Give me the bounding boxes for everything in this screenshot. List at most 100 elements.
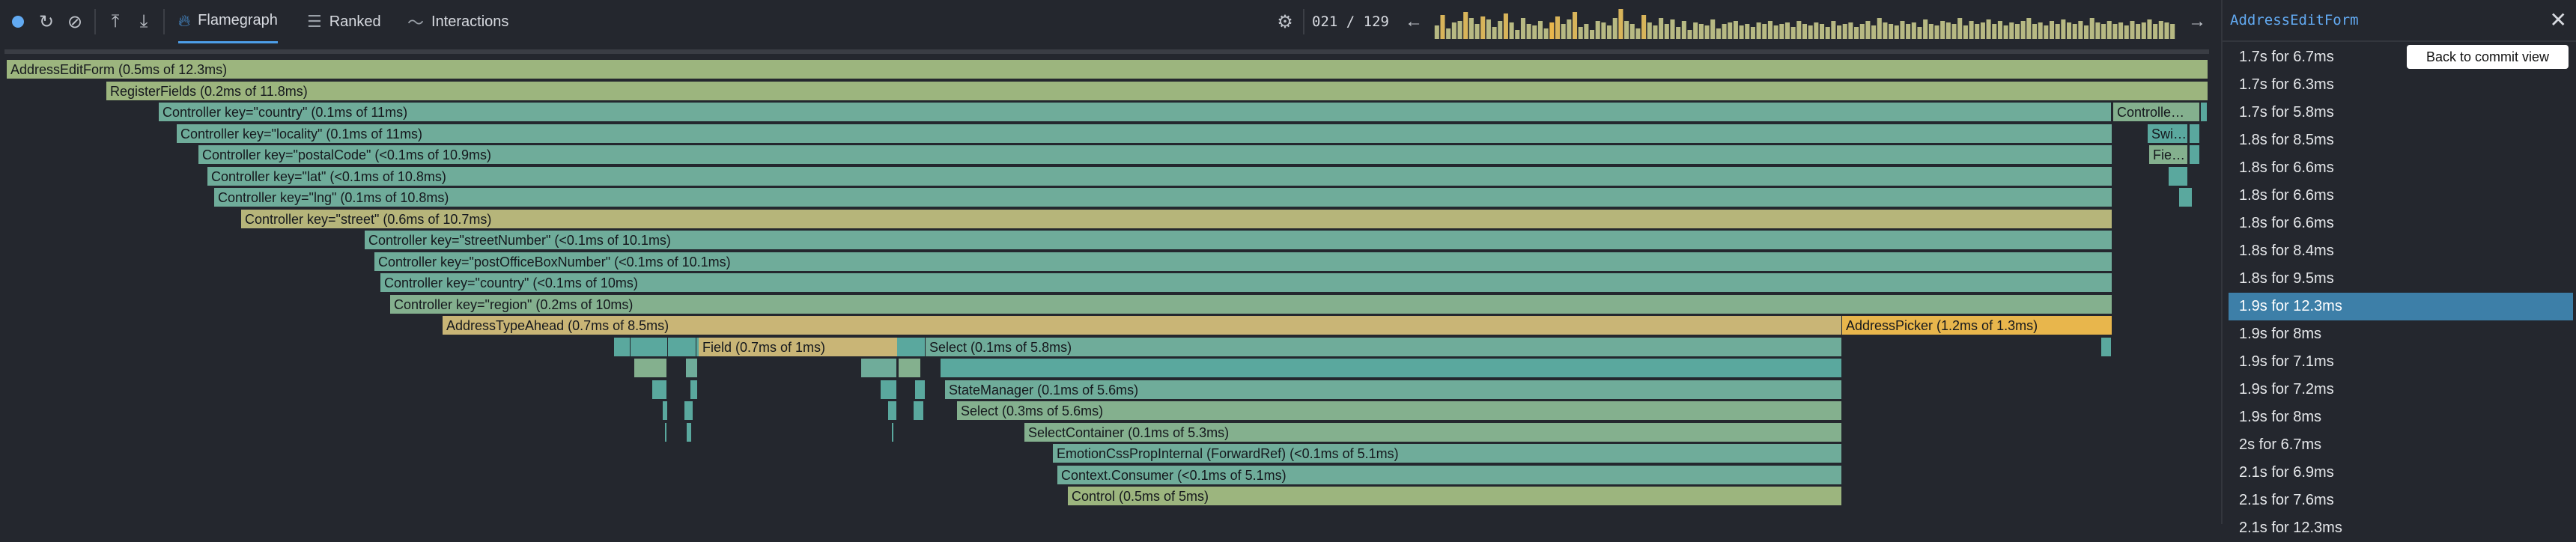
flame-bar[interactable]: SelectContainer (0.1ms of 5.3ms) [1024, 422, 1842, 442]
commit-list-item[interactable]: 1.7s for 5.8ms [2229, 99, 2573, 127]
flame-bar[interactable]: Controller key="region" (0.2ms of 10ms) [390, 294, 2112, 314]
flame-bar[interactable] [914, 401, 924, 421]
tab-interactions[interactable]: 〜 Interactions [407, 0, 508, 43]
commit-bar[interactable] [1509, 22, 1514, 39]
commit-bar[interactable] [1572, 12, 1578, 39]
commit-bar[interactable] [1635, 28, 1641, 39]
commit-bar[interactable] [2124, 25, 2129, 39]
commit-bar[interactable] [1607, 25, 1612, 39]
flame-bar[interactable] [663, 401, 668, 421]
flame-bar[interactable] [687, 422, 692, 442]
commit-bar[interactable] [1779, 24, 1784, 39]
flame-bar[interactable]: AddressTypeAhead (0.7ms of 8.5ms) [443, 316, 1842, 335]
clear-icon[interactable]: ⊘ [63, 0, 87, 43]
commit-bar[interactable] [1653, 25, 1658, 39]
commit-bar[interactable] [1629, 24, 1635, 39]
commit-bar[interactable] [1543, 28, 1549, 39]
commit-bar[interactable] [2084, 25, 2089, 39]
commit-bar[interactable] [1963, 25, 1968, 39]
commit-bar[interactable] [2170, 24, 2175, 39]
commit-bar[interactable] [2112, 24, 2118, 39]
commit-list-item[interactable]: 1.9s for 7.2ms [2229, 376, 2573, 404]
commit-bar[interactable] [1917, 27, 1922, 39]
commit-bar[interactable] [1992, 24, 1997, 39]
commit-bar[interactable] [1618, 9, 1623, 39]
flame-bar[interactable]: RegisterFields (0.2ms of 11.8ms) [106, 81, 2208, 101]
commit-bar[interactable] [1704, 25, 1710, 39]
commit-list-item[interactable]: 1.8s for 8.4ms [2229, 237, 2573, 265]
flame-bar[interactable]: Controller key="postOfficeBoxNumber" (<0… [374, 252, 2112, 272]
flame-bar[interactable] [897, 337, 926, 357]
commit-bar[interactable] [1676, 27, 1681, 39]
reload-icon[interactable]: ↻ [34, 0, 58, 43]
flame-bar[interactable] [2201, 103, 2208, 122]
commit-bar[interactable] [1894, 25, 1899, 39]
commit-list-item[interactable]: 1.9s for 12.3ms [2229, 293, 2573, 320]
commit-bar[interactable] [1819, 24, 1825, 39]
commit-list-item[interactable]: 1.9s for 8ms [2229, 320, 2573, 348]
commit-bar[interactable] [2055, 24, 2060, 39]
commit-bar[interactable] [1492, 27, 1497, 39]
commit-bar[interactable] [1934, 25, 1939, 39]
commit-bar[interactable] [2153, 24, 2158, 39]
commit-list-item[interactable]: 1.8s for 9.5ms [2229, 265, 2573, 293]
commit-bar[interactable] [2072, 24, 2077, 39]
commit-bar[interactable] [1951, 24, 1957, 39]
upload-icon[interactable]: ⤒ [103, 0, 127, 43]
commit-bar[interactable] [2106, 21, 2112, 39]
commit-bar-chart[interactable] [1434, 6, 2175, 39]
flame-bar[interactable]: AddressPicker (1.2ms of 1.3ms) [1842, 316, 2112, 335]
commit-bar[interactable] [1612, 18, 1617, 39]
commit-bar[interactable] [1716, 28, 1721, 39]
flame-bar[interactable]: Context.Consumer (<0.1ms of 5.1ms) [1057, 465, 1842, 485]
commit-bar[interactable] [1767, 21, 1772, 39]
commit-bar[interactable] [1693, 22, 1698, 39]
commit-bar[interactable] [1900, 21, 1905, 39]
flame-bar[interactable] [665, 422, 667, 442]
flame-bar[interactable] [631, 337, 668, 357]
commit-bar[interactable] [1601, 22, 1606, 39]
commit-bar[interactable] [1814, 22, 1819, 39]
flame-bar[interactable] [899, 359, 921, 378]
commit-list-item[interactable]: 1.7s for 6.3ms [2229, 71, 2573, 99]
commit-bar[interactable] [1480, 16, 1486, 39]
flame-bar[interactable] [668, 337, 696, 357]
commit-list-item[interactable]: 1.8s for 6.6ms [2229, 210, 2573, 237]
commit-bar[interactable] [1486, 19, 1491, 39]
commit-list-item[interactable]: 1.8s for 6.6ms [2229, 154, 2573, 182]
flame-bar[interactable] [915, 380, 926, 400]
commit-bar[interactable] [1664, 24, 1669, 39]
commit-bar[interactable] [2136, 24, 2141, 39]
flame-bar[interactable] [652, 380, 667, 400]
commit-bar[interactable] [1957, 18, 1963, 39]
commit-bar[interactable] [2164, 22, 2169, 39]
commit-bar[interactable] [1842, 24, 1847, 39]
commit-bar[interactable] [1728, 22, 1733, 39]
arrow-left-icon[interactable]: ← [1402, 0, 1426, 43]
commit-bar[interactable] [1670, 19, 1675, 39]
flame-bar[interactable] [690, 380, 698, 400]
commit-bar[interactable] [2147, 19, 2152, 39]
commit-bar[interactable] [1624, 21, 1629, 39]
commit-bar[interactable] [1526, 24, 1531, 39]
commit-bar[interactable] [1871, 25, 1877, 39]
commit-bar[interactable] [1940, 21, 1945, 39]
commit-bar[interactable] [1687, 30, 1692, 39]
flame-bar[interactable] [941, 359, 1842, 378]
commit-list-item[interactable]: 1.8s for 8.5ms [2229, 127, 2573, 154]
commit-bar[interactable] [2118, 22, 2124, 39]
commit-bar[interactable] [2032, 24, 2038, 39]
flame-bar[interactable]: Controller key="country" (<0.1ms of 10ms… [380, 273, 2112, 293]
commit-bar[interactable] [1549, 22, 1555, 39]
commit-bar[interactable] [1698, 24, 1704, 39]
commit-bar[interactable] [1750, 27, 1755, 39]
flame-bar[interactable] [684, 401, 693, 421]
commit-bar[interactable] [1532, 25, 1537, 39]
commit-bar[interactable] [1859, 24, 1865, 39]
flame-bar[interactable] [634, 359, 667, 378]
commit-bar[interactable] [1975, 24, 1980, 39]
commit-bar[interactable] [1928, 24, 1933, 39]
commit-bar[interactable] [1561, 24, 1566, 39]
commit-bar[interactable] [1584, 24, 1589, 39]
commit-bar[interactable] [1474, 24, 1480, 39]
